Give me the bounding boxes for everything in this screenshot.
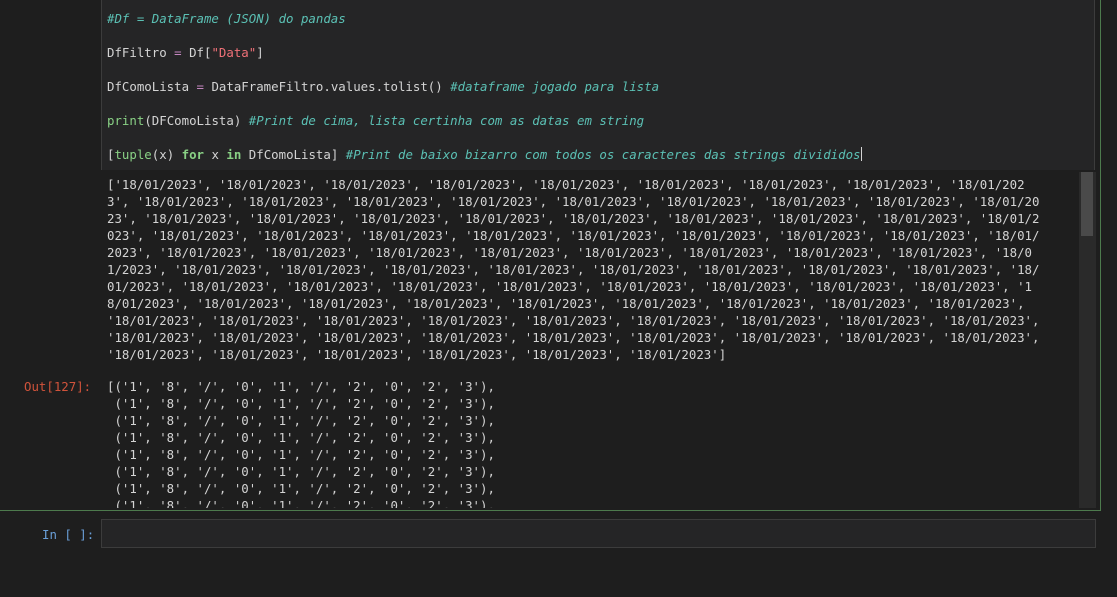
output-line: ('1', '8', '/', '0', '1', '/', '2', '0',…: [107, 430, 495, 445]
stream-output-line: 1/2023', '18/01/2023', '18/01/2023', '18…: [107, 262, 1040, 277]
code-token: for: [181, 147, 205, 162]
code-token: tuple: [114, 147, 152, 162]
code-token: x: [204, 147, 227, 162]
output-line: ('1', '8', '/', '0', '1', '/', '2', '0',…: [107, 413, 495, 428]
empty-code-cell-input[interactable]: [101, 519, 1096, 548]
code-token: DfFiltro: [107, 45, 175, 60]
code-token: =: [196, 79, 204, 94]
code-token: print: [107, 113, 145, 128]
text-cursor: [860, 147, 862, 161]
output-scrollbar[interactable]: [1079, 172, 1096, 508]
out-prompt: Out[127]:: [24, 379, 92, 394]
output-line: ('1', '8', '/', '0', '1', '/', '2', '0',…: [107, 498, 495, 508]
stream-output-line: ['18/01/2023', '18/01/2023', '18/01/2023…: [107, 177, 1025, 192]
in-prompt: In [ ]:: [42, 527, 95, 542]
output-line: ('1', '8', '/', '0', '1', '/', '2', '0',…: [107, 447, 495, 462]
code-editor[interactable]: #Df = DataFrame (JSON) do pandas DfFiltro…: [101, 0, 1095, 170]
code-token: ]: [256, 45, 264, 60]
stream-output-line: 3', '18/01/2023', '18/01/2023', '18/01/2…: [107, 194, 1040, 209]
code-token: #Print de baixo bizarro com todos os car…: [345, 147, 861, 162]
code-line[interactable]: DfFiltro = Df["Data"]: [107, 44, 264, 61]
scrollbar-thumb[interactable]: [1081, 172, 1093, 236]
code-token: #dataframe jogado para lista: [450, 79, 660, 94]
code-token: (DFComoLista): [144, 113, 249, 128]
code-line[interactable]: #Df = DataFrame (JSON) do pandas: [107, 10, 346, 27]
code-token: #Print de cima, lista certinha com as da…: [248, 113, 645, 128]
code-token: #Df = DataFrame (JSON) do pandas: [107, 11, 346, 26]
code-line[interactable]: DfComoLista = DataFrameFiltro.values.tol…: [107, 78, 659, 95]
code-cell[interactable]: #Df = DataFrame (JSON) do pandas DfFiltro…: [0, 0, 1101, 511]
code-token: in: [226, 147, 242, 162]
output-line: [('1', '8', '/', '0', '1', '/', '2', '0'…: [107, 379, 495, 394]
output-line: ('1', '8', '/', '0', '1', '/', '2', '0',…: [107, 464, 495, 479]
output-line: ('1', '8', '/', '0', '1', '/', '2', '0',…: [107, 481, 495, 496]
code-token: DfComoLista: [107, 79, 197, 94]
stream-output-line: '18/01/2023', '18/01/2023', '18/01/2023'…: [107, 313, 1040, 328]
code-token: Df[: [181, 45, 212, 60]
code-token: "Data": [211, 45, 257, 60]
code-token: (x): [151, 147, 182, 162]
code-token: DataFrameFiltro.values.tolist(): [204, 79, 451, 94]
stream-output-line: 023', '18/01/2023', '18/01/2023', '18/01…: [107, 228, 1040, 243]
output-line: ('1', '8', '/', '0', '1', '/', '2', '0',…: [107, 396, 495, 411]
stream-output-line: '18/01/2023', '18/01/2023', '18/01/2023'…: [107, 330, 1040, 345]
stream-output-line: 01/2023', '18/01/2023', '18/01/2023', '1…: [107, 279, 1033, 294]
stream-output-line: '18/01/2023', '18/01/2023', '18/01/2023'…: [107, 347, 727, 362]
code-line[interactable]: print(DFComoLista) #Print de cima, lista…: [107, 112, 644, 129]
cell-output: [('1', '8', '/', '0', '1', '/', '2', '0'…: [107, 378, 1072, 508]
code-token: DfComoLista]: [241, 147, 346, 162]
code-line[interactable]: [tuple(x) for x in DfComoLista] #Print d…: [107, 146, 862, 163]
code-token: =: [174, 45, 182, 60]
stream-output-line: 23', '18/01/2023', '18/01/2023', '18/01/…: [107, 211, 1040, 226]
stream-output-line: 2023', '18/01/2023', '18/01/2023', '18/0…: [107, 245, 1033, 260]
stream-output: ['18/01/2023', '18/01/2023', '18/01/2023…: [107, 176, 1072, 363]
stream-output-line: 8/01/2023', '18/01/2023', '18/01/2023', …: [107, 296, 1025, 311]
